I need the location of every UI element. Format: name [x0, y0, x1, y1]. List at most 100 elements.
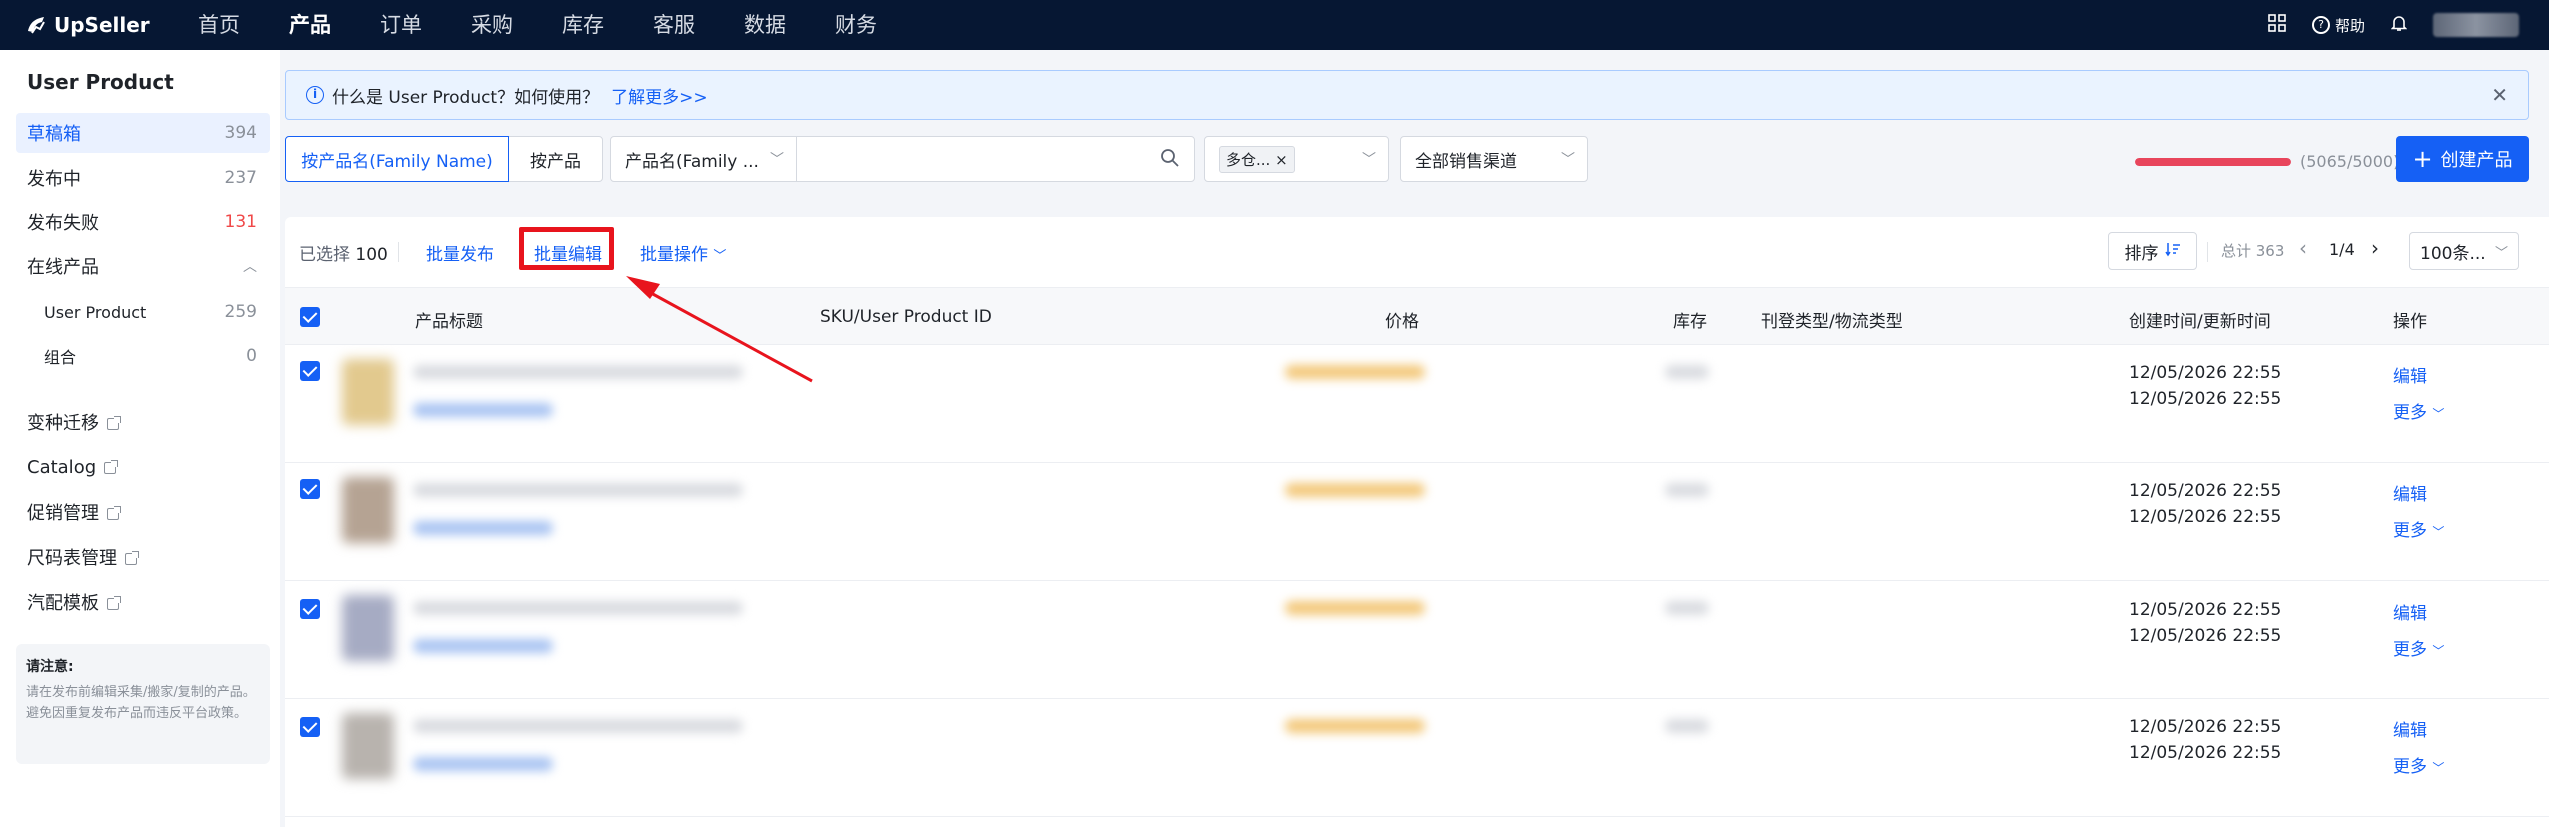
sidebar-item-promotions[interactable]: 促销管理 — [16, 492, 270, 532]
channel-label: 全部销售渠道 — [1415, 151, 1517, 172]
nav-item-purchase[interactable]: 采购 — [471, 0, 513, 50]
quota-progress-fill — [2135, 157, 2291, 166]
select-all-checkbox[interactable] — [300, 307, 320, 327]
product-thumbnail[interactable] — [342, 477, 394, 543]
nav-item-service[interactable]: 客服 — [653, 0, 695, 50]
sidebar-item-publishing[interactable]: 发布中 237 — [16, 158, 270, 198]
bell-icon[interactable] — [2390, 14, 2408, 37]
sidebar-item-publish-failed[interactable]: 发布失败 131 — [16, 202, 270, 242]
plus-icon: + — [2412, 145, 2433, 173]
chevron-down-icon: ﹀ — [2432, 407, 2445, 421]
search-field-select[interactable]: 产品名(Family ... ﹀ — [610, 136, 797, 182]
sidebar-item-label: 尺码表管理 — [27, 548, 117, 569]
edit-link[interactable]: 编辑 — [2393, 599, 2427, 624]
total-count: 总计 363 — [2221, 242, 2285, 260]
warehouse-tag[interactable]: 多仓... × — [1219, 145, 1295, 173]
search-icon[interactable] — [1160, 148, 1180, 173]
stock-blurred — [1665, 719, 1709, 733]
edit-link[interactable]: 编辑 — [2393, 362, 2427, 387]
product-title-blurred — [413, 719, 743, 733]
nav-item-orders[interactable]: 订单 — [380, 0, 422, 50]
row-checkbox[interactable] — [300, 599, 320, 619]
edit-link[interactable]: 编辑 — [2393, 716, 2427, 741]
more-dropdown[interactable]: 更多 ﹀ — [2393, 398, 2444, 423]
product-thumbnail[interactable] — [342, 713, 394, 779]
close-icon[interactable]: ✕ — [2491, 83, 2508, 107]
learn-more-link[interactable]: 了解更多>> — [611, 83, 708, 108]
more-dropdown[interactable]: 更多 ﹀ — [2393, 752, 2444, 777]
sidebar-item-user-product[interactable]: User Product 259 — [16, 292, 270, 332]
sidebar-item-count: 237 — [224, 168, 257, 188]
row-checkbox[interactable] — [300, 717, 320, 737]
more-label: 更多 — [2393, 521, 2427, 541]
sidebar-item-label: 变种迁移 — [27, 413, 99, 434]
nav-item-product[interactable]: 产品 — [289, 0, 331, 50]
sidebar-item-variant-migration[interactable]: 变种迁移 — [16, 402, 270, 442]
price-blurred — [1285, 601, 1425, 615]
help-button[interactable]: ? 帮助 — [2311, 15, 2365, 36]
batch-toolbar: 已选择 100 批量发布 批量编辑 批量操作 ﹀ 排序 总计 363 ‹ 1/4… — [285, 217, 2549, 287]
sidebar-item-online-products[interactable]: 在线产品 ︿ — [16, 246, 270, 286]
tag-close-icon[interactable]: × — [1275, 151, 1288, 169]
page-indicator: 1/4 — [2329, 240, 2355, 259]
table-header: 产品标题 SKU/User Product ID 价格 库存 刊登类型/物流类型… — [285, 287, 2549, 345]
warehouse-select[interactable]: 多仓... × ﹀ — [1204, 136, 1389, 182]
product-thumbnail[interactable] — [342, 359, 394, 425]
tab-by-family-name[interactable]: 按产品名(Family Name) — [285, 136, 509, 182]
sidebar-item-label: 组合 — [44, 348, 77, 367]
divider — [398, 242, 399, 262]
notice-body: 请在发布前编辑采集/搬家/复制的产品。避免因重复发布产品而违反平台政策。 — [26, 685, 256, 721]
table-row[interactable]: 12/05/2026 22:55 12/05/2026 22:55 编辑 更多 … — [285, 463, 2549, 581]
edit-link[interactable]: 编辑 — [2393, 480, 2427, 505]
updated-time: 12/05/2026 22:55 — [2129, 507, 2282, 527]
updated-time: 12/05/2026 22:55 — [2129, 743, 2282, 763]
table-row[interactable]: 12/05/2026 22:55 12/05/2026 22:55 编辑 更多 … — [285, 345, 2549, 463]
channel-select[interactable]: 全部销售渠道 ﹀ — [1400, 136, 1588, 182]
apps-grid-icon[interactable] — [2268, 13, 2286, 37]
product-link-blurred[interactable] — [413, 521, 553, 535]
search-input[interactable] — [796, 136, 1195, 182]
info-banner: i 什么是 User Product？如何使用？ 了解更多>> ✕ — [285, 70, 2529, 120]
help-icon: ? — [2311, 16, 2330, 34]
sidebar-item-drafts[interactable]: 草稿箱 394 — [16, 113, 270, 153]
prev-page-icon[interactable]: ‹ — [2299, 236, 2307, 260]
notice-box: 请注意: 请在发布前编辑采集/搬家/复制的产品。避免因重复发布产品而违反平台政策… — [16, 644, 270, 764]
chevron-up-icon: ︿ — [243, 259, 257, 275]
sidebar-item-size-chart[interactable]: 尺码表管理 — [16, 537, 270, 577]
chevron-down-icon: ﹀ — [1362, 152, 1376, 168]
chevron-down-icon: ﹀ — [2432, 644, 2445, 658]
product-link-blurred[interactable] — [413, 639, 553, 653]
create-product-button[interactable]: + 创建产品 — [2396, 136, 2529, 182]
more-dropdown[interactable]: 更多 ﹀ — [2393, 635, 2444, 660]
tab-by-product[interactable]: 按产品 — [508, 136, 603, 182]
nav-item-home[interactable]: 首页 — [198, 0, 240, 50]
table-row[interactable]: 12/05/2026 22:55 12/05/2026 22:55 编辑 更多 … — [285, 581, 2549, 699]
sidebar-item-catalog[interactable]: Catalog — [16, 447, 270, 487]
created-time: 12/05/2026 22:55 — [2129, 717, 2282, 737]
product-link-blurred[interactable] — [413, 757, 553, 771]
more-label: 更多 — [2393, 640, 2427, 660]
next-page-icon[interactable]: › — [2371, 236, 2379, 260]
nav-item-finance[interactable]: 财务 — [835, 0, 877, 50]
product-link-blurred[interactable] — [413, 403, 553, 417]
more-dropdown[interactable]: 更多 ﹀ — [2393, 516, 2444, 541]
sort-button[interactable]: 排序 — [2108, 232, 2197, 270]
batch-operations-dropdown[interactable]: 批量操作 ﹀ — [640, 240, 726, 265]
product-thumbnail[interactable] — [342, 595, 394, 661]
batch-edit-highlight — [519, 227, 614, 270]
nav-item-inventory[interactable]: 库存 — [562, 0, 604, 50]
batch-publish-button[interactable]: 批量发布 — [426, 240, 494, 265]
more-label: 更多 — [2393, 403, 2427, 423]
row-checkbox[interactable] — [300, 361, 320, 381]
col-price: 价格 — [1385, 312, 1419, 332]
user-account-menu[interactable] — [2433, 13, 2519, 37]
filter-bar: 按产品名(Family Name) 按产品 产品名(Family ... ﹀ 多… — [285, 136, 2529, 182]
nav-item-data[interactable]: 数据 — [744, 0, 786, 50]
table-row[interactable]: 12/05/2026 22:55 12/05/2026 22:55 编辑 更多 … — [285, 699, 2549, 817]
sidebar-item-label: Catalog — [27, 456, 97, 478]
page-size-select[interactable]: 100条... ﹀ — [2409, 232, 2519, 270]
brand-logo[interactable]: UpSeller — [24, 13, 156, 37]
row-checkbox[interactable] — [300, 479, 320, 499]
sidebar-item-auto-parts-template[interactable]: 汽配模板 — [16, 582, 270, 622]
sidebar-item-bundle[interactable]: 组合 0 — [16, 336, 270, 376]
